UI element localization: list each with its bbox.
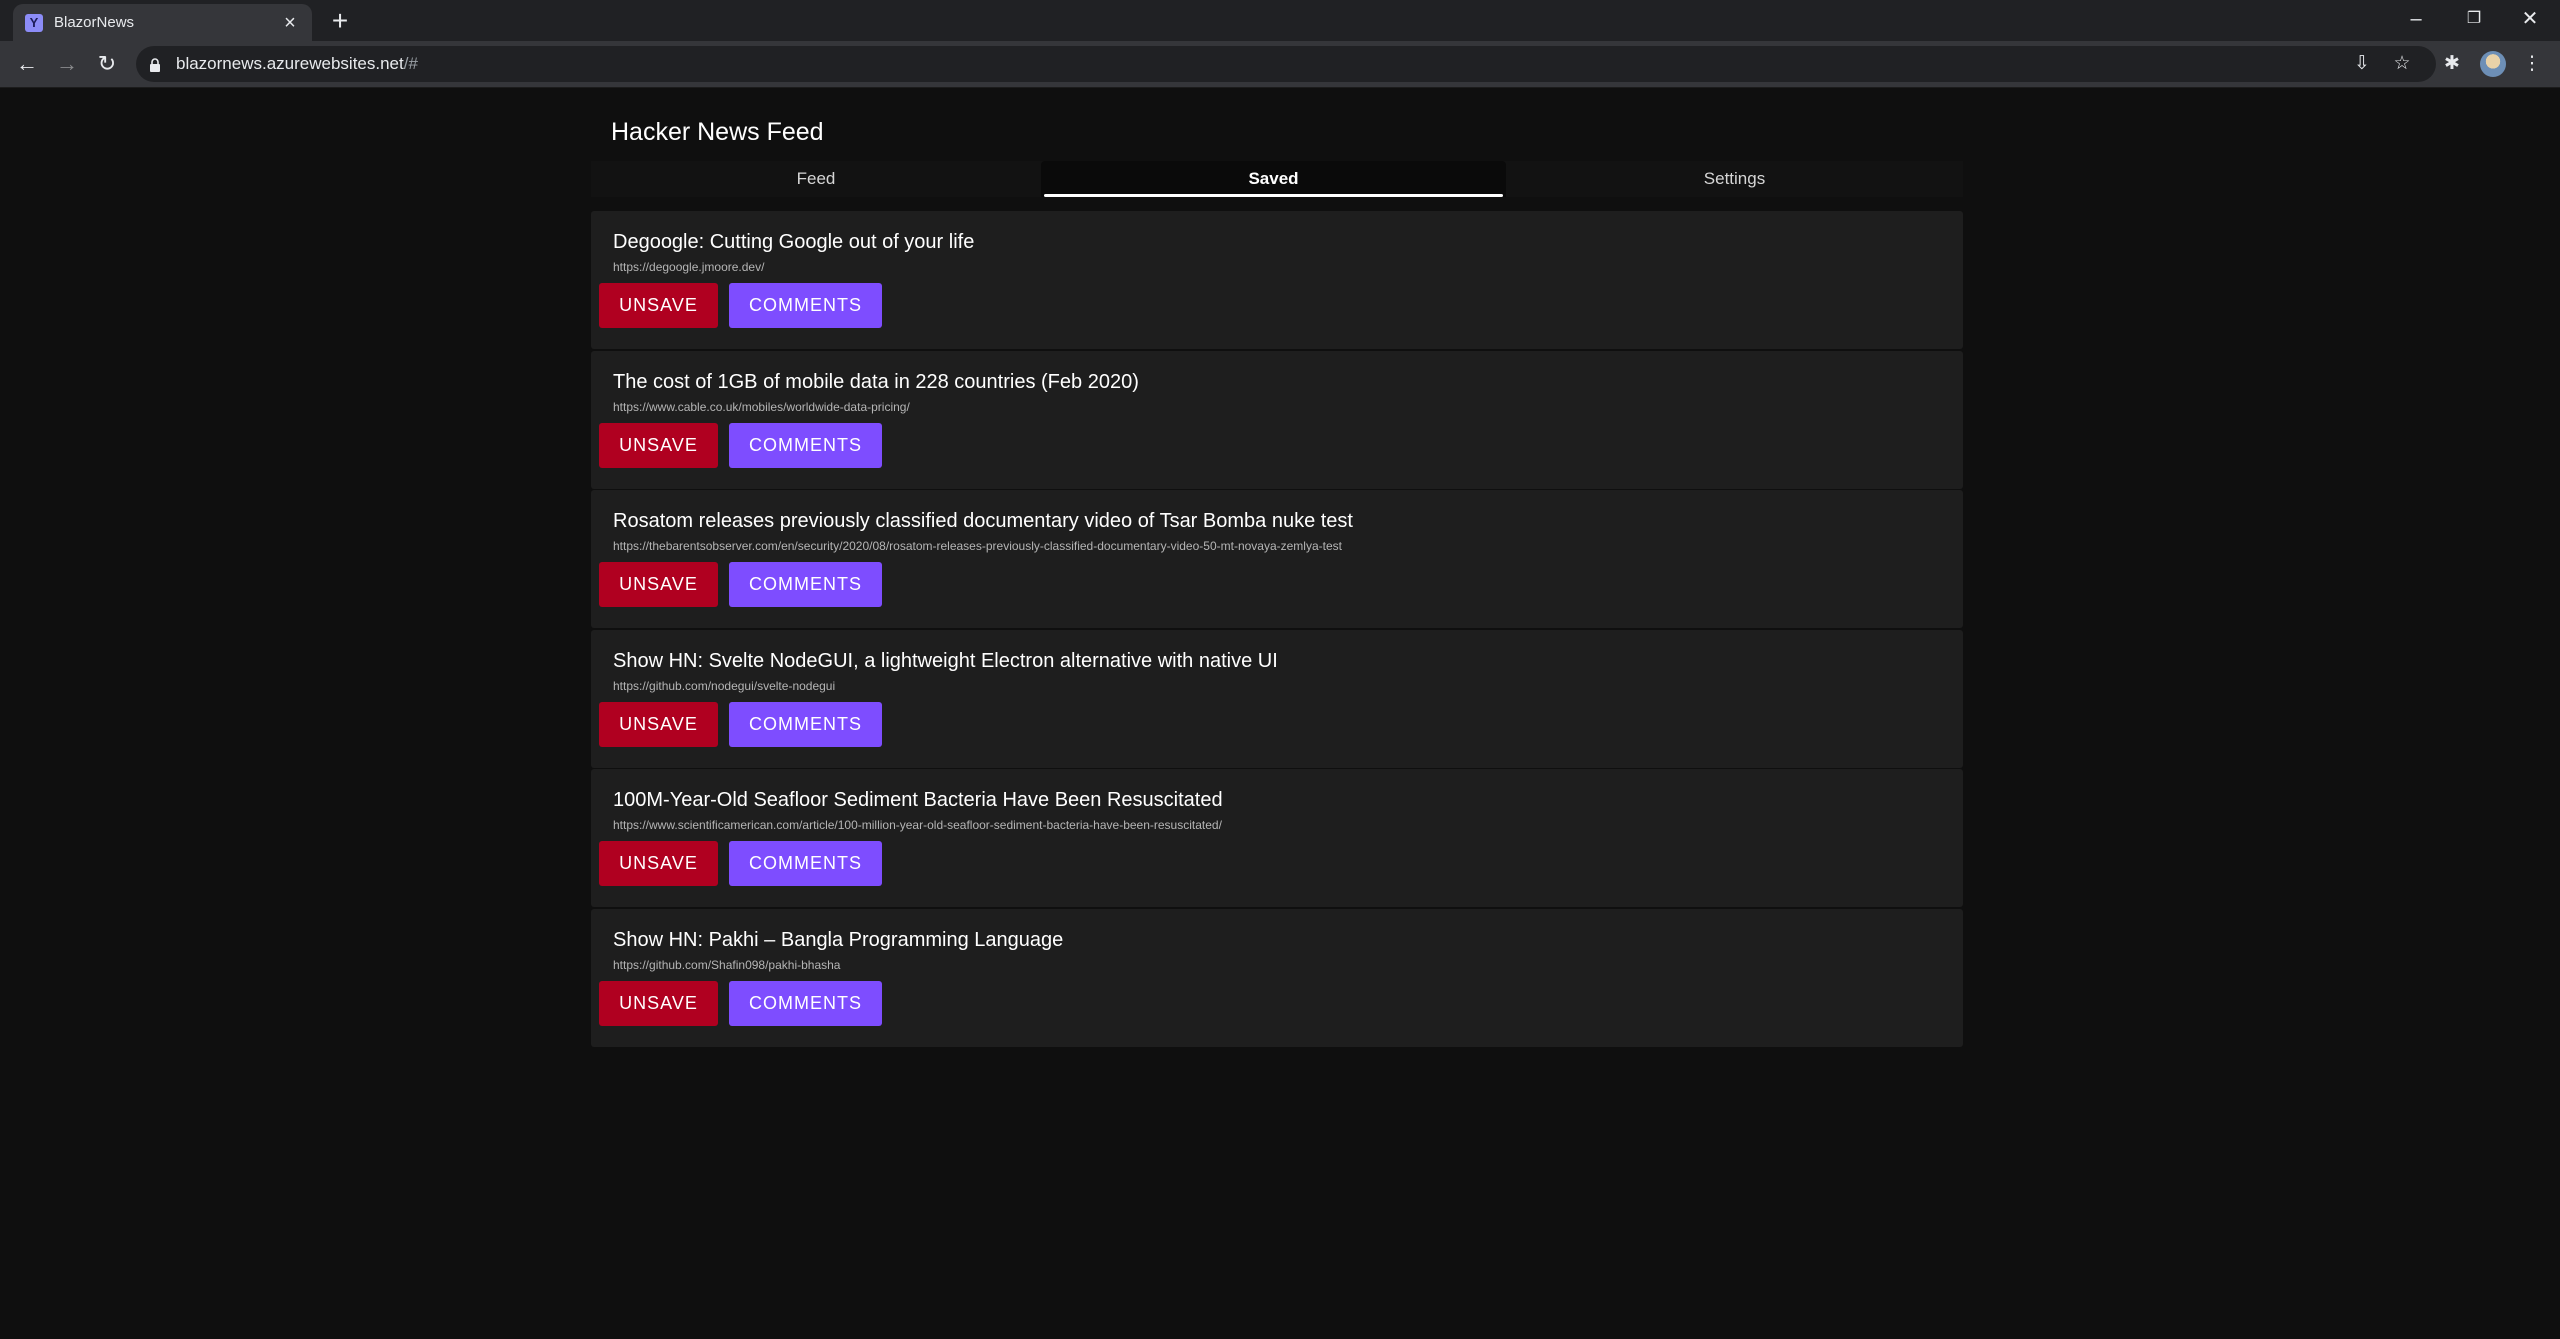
story-url: https://www.scientificamerican.com/artic…	[613, 818, 1222, 833]
story-title[interactable]: 100M-Year-Old Seafloor Sediment Bacteria…	[613, 787, 1223, 813]
unsave-button[interactable]: UNSAVE	[599, 701, 718, 747]
restore-icon[interactable]: ❐	[2454, 4, 2494, 34]
browser-toolbar: ← → ↻ blazornews.azurewebsites.net/# ⇩ ☆…	[0, 41, 2560, 88]
lock-icon	[150, 58, 160, 72]
url-host: blazornews.azurewebsites.net	[176, 54, 404, 73]
unsave-button[interactable]: UNSAVE	[599, 283, 718, 328]
unsave-button[interactable]: UNSAVE	[599, 841, 718, 887]
address-bar[interactable]	[136, 46, 2436, 82]
comments-button[interactable]: COMMENTS	[729, 422, 882, 468]
install-app-icon[interactable]: ⇩	[2347, 49, 2377, 79]
browser-tabstrip: Y BlazorNews × + – ❐ ✕	[0, 0, 2560, 41]
story-title[interactable]: The cost of 1GB of mobile data in 228 co…	[613, 369, 1139, 395]
story-card: Rosatom releases previously classified d…	[591, 490, 1963, 629]
page-content: Hacker News Feed Feed Saved Settings Deg…	[0, 88, 2560, 1339]
story-title[interactable]: Degoogle: Cutting Google out of your lif…	[613, 229, 974, 255]
saved-story-list: Degoogle: Cutting Google out of your lif…	[591, 211, 1963, 1049]
tab-feed[interactable]: Feed	[591, 161, 1041, 197]
unsave-button[interactable]: UNSAVE	[599, 562, 718, 608]
bookmark-star-icon[interactable]: ☆	[2387, 49, 2417, 79]
reload-icon[interactable]: ↻	[92, 49, 122, 79]
close-tab-icon[interactable]: ×	[278, 11, 302, 35]
browser-tab-title: BlazorNews	[54, 14, 135, 31]
unsave-button[interactable]: UNSAVE	[599, 980, 718, 1026]
story-card: 100M-Year-Old Seafloor Sediment Bacteria…	[591, 769, 1963, 908]
comments-button[interactable]: COMMENTS	[729, 841, 882, 887]
favicon-icon: Y	[25, 14, 43, 32]
new-tab-icon[interactable]: +	[325, 6, 355, 36]
story-url: https://degoogle.jmoore.dev/	[613, 260, 765, 274]
browser-tab[interactable]: Y BlazorNews ×	[13, 4, 312, 41]
page-title: Hacker News Feed	[611, 118, 824, 146]
unsave-button[interactable]: UNSAVE	[599, 422, 718, 468]
tab-saved[interactable]: Saved	[1041, 161, 1506, 197]
extensions-icon[interactable]: ✱	[2437, 49, 2467, 79]
story-title[interactable]: Show HN: Pakhi – Bangla Programming Lang…	[613, 927, 1063, 953]
close-window-icon[interactable]: ✕	[2510, 4, 2550, 34]
profile-avatar[interactable]	[2480, 51, 2506, 77]
comments-button[interactable]: COMMENTS	[729, 562, 882, 608]
story-card: The cost of 1GB of mobile data in 228 co…	[591, 350, 1963, 489]
story-url: https://github.com/nodegui/svelte-nodegu…	[613, 678, 836, 693]
minimize-icon[interactable]: –	[2396, 4, 2436, 34]
story-card: Show HN: Pakhi – Bangla Programming Lang…	[591, 908, 1963, 1047]
comments-button[interactable]: COMMENTS	[729, 980, 882, 1026]
story-url: https://www.cable.co.uk/mobiles/worldwid…	[613, 399, 910, 414]
story-title[interactable]: Rosatom releases previously classified d…	[613, 508, 1353, 534]
url-path: /#	[403, 54, 418, 73]
story-card: Degoogle: Cutting Google out of your lif…	[591, 211, 1963, 349]
story-card: Show HN: Svelte NodeGUI, a lightweight E…	[591, 629, 1963, 768]
tab-settings[interactable]: Settings	[1506, 161, 1963, 197]
menu-icon[interactable]: ⋮	[2517, 49, 2547, 79]
comments-button[interactable]: COMMENTS	[729, 701, 882, 747]
story-title[interactable]: Show HN: Svelte NodeGUI, a lightweight E…	[613, 648, 1278, 674]
nav-tabs: Feed Saved Settings	[591, 161, 1963, 197]
story-url: https://github.com/Shafin098/pakhi-bhash…	[613, 957, 841, 972]
story-url: https://thebarentsobserver.com/en/securi…	[613, 539, 1342, 554]
url-text[interactable]: blazornews.azurewebsites.net/#	[176, 53, 418, 75]
back-icon[interactable]: ←	[12, 49, 42, 79]
comments-button[interactable]: COMMENTS	[729, 283, 882, 328]
forward-icon[interactable]: →	[52, 49, 82, 79]
